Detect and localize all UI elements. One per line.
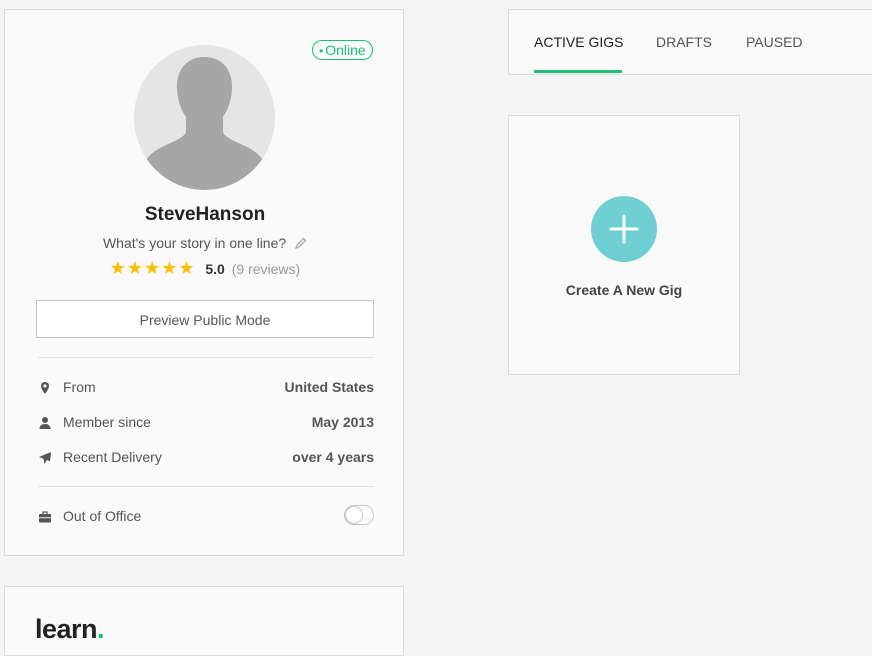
- info-row-member-since: Member since May 2013: [38, 414, 374, 434]
- out-of-office-toggle[interactable]: [344, 505, 374, 525]
- learn-logo-dot: .: [97, 614, 105, 644]
- info-label: From: [63, 379, 96, 395]
- preview-public-mode-button[interactable]: Preview Public Mode: [36, 300, 374, 338]
- star-icon: ★: [144, 258, 162, 278]
- rating-score: 5.0: [205, 261, 225, 277]
- star-icon: ★: [109, 258, 127, 278]
- create-new-gig-label[interactable]: Create A New Gig: [509, 282, 739, 298]
- tagline-row: What's your story in one line?: [5, 235, 405, 252]
- info-row-from: From United States: [38, 379, 374, 399]
- username: SteveHanson: [144, 204, 266, 225]
- star-icon: ★: [178, 258, 196, 278]
- create-new-gig-card[interactable]: Create A New Gig: [508, 115, 740, 375]
- info-row-recent-delivery: Recent Delivery over 4 years: [38, 449, 374, 469]
- avatar[interactable]: [134, 45, 275, 190]
- review-count[interactable]: (9 reviews): [232, 261, 300, 277]
- info-value: May 2013: [311, 414, 374, 430]
- status-label: Online: [325, 42, 366, 58]
- toggle-knob: [345, 506, 363, 524]
- out-of-office-label: Out of Office: [63, 508, 142, 524]
- active-tab-indicator: [534, 70, 622, 73]
- learn-logo[interactable]: learn.: [35, 614, 105, 645]
- default-avatar-silhouette-icon: [138, 57, 271, 190]
- learn-card: learn.: [4, 586, 404, 656]
- star-icon: ★: [126, 258, 145, 278]
- tab-drafts[interactable]: DRAFTS: [656, 34, 712, 50]
- gig-tabs: ACTIVE GIGS DRAFTS PAUSED: [508, 9, 872, 75]
- user-icon: [38, 416, 52, 430]
- info-label: Recent Delivery: [63, 449, 162, 465]
- map-pin-icon: [38, 381, 52, 395]
- star-icon: ★: [161, 258, 179, 278]
- info-value: United States: [284, 379, 374, 395]
- divider: [38, 486, 374, 487]
- status-dot-icon: •: [319, 44, 324, 58]
- out-of-office-row: Out of Office: [38, 505, 374, 528]
- tab-paused[interactable]: PAUSED: [746, 34, 803, 50]
- online-status-badge: • Online: [312, 40, 373, 60]
- pencil-edit-icon[interactable]: [295, 236, 307, 252]
- briefcase-icon: [38, 510, 52, 524]
- learn-logo-text: learn: [35, 614, 98, 644]
- tab-active-gigs[interactable]: ACTIVE GIGS: [534, 34, 623, 50]
- plus-icon[interactable]: [591, 196, 657, 262]
- star-rating: ★★★★★: [109, 258, 196, 278]
- tagline-text[interactable]: What's your story in one line?: [103, 235, 286, 251]
- info-label: Member since: [63, 414, 151, 430]
- divider: [38, 357, 374, 358]
- info-value: over 4 years: [292, 449, 374, 465]
- rating-row: ★★★★★ 5.0 (9 reviews): [5, 258, 405, 279]
- paper-plane-icon: [38, 451, 52, 465]
- profile-card: • Online SteveHanson What's your story in…: [4, 9, 404, 556]
